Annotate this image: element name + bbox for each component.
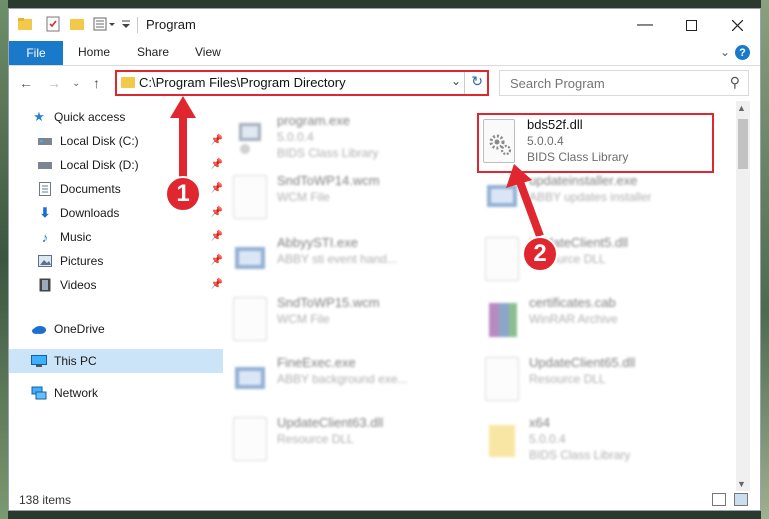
callout-step-1: 1 xyxy=(165,176,201,212)
callout-step-2: 2 xyxy=(522,236,558,272)
annotation-arrows xyxy=(170,96,544,238)
